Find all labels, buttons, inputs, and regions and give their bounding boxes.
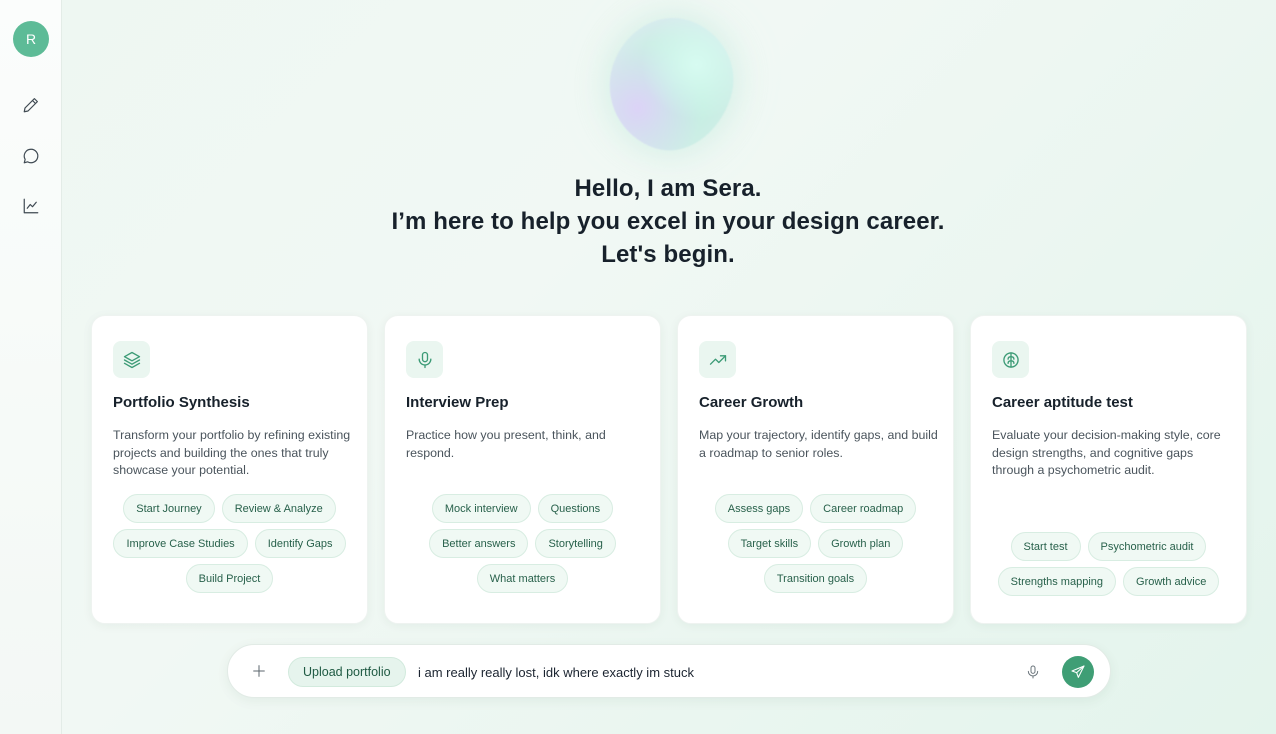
card-interview-prep[interactable]: Interview Prep Practice how you present,…	[384, 315, 661, 624]
card-description: Map your trajectory, identify gaps, and …	[699, 428, 938, 460]
brain-icon	[992, 341, 1029, 378]
chip-start-test[interactable]: Start test	[1010, 532, 1081, 561]
greeting-line-3: Let's begin.	[601, 241, 735, 268]
chip-transition-goals[interactable]: Transition goals	[763, 564, 868, 593]
chip-storytelling[interactable]: Storytelling	[535, 529, 616, 558]
layers-icon	[113, 341, 150, 378]
card-career-growth[interactable]: Career Growth Map your trajectory, ident…	[677, 315, 954, 624]
chip-career-roadmap[interactable]: Career roadmap	[810, 494, 917, 523]
line-chart-icon[interactable]	[21, 196, 41, 216]
avatar[interactable]: R	[13, 21, 49, 57]
card-title: Career aptitude test	[992, 394, 1133, 411]
card-title: Interview Prep	[406, 394, 509, 411]
chat-bubble-icon[interactable]	[21, 146, 41, 166]
plus-icon[interactable]	[250, 662, 268, 680]
chip-identify-gaps[interactable]: Identify Gaps	[254, 529, 346, 558]
chip-group: Assess gaps Career roadmap Target skills…	[692, 494, 939, 593]
chip-psychometric-audit[interactable]: Psychometric audit	[1087, 532, 1207, 561]
send-button[interactable]	[1062, 656, 1094, 688]
sera-orb	[592, 2, 750, 166]
card-description: Practice how you present, think, and res…	[406, 428, 606, 460]
chip-target-skills[interactable]: Target skills	[727, 529, 812, 558]
chip-growth-advice[interactable]: Growth advice	[1123, 567, 1220, 596]
chip-start-journey[interactable]: Start Journey	[123, 494, 215, 523]
upload-portfolio-button[interactable]: Upload portfolio	[288, 657, 406, 687]
card-title: Career Growth	[699, 394, 804, 411]
card-career-aptitude-test[interactable]: Career aptitude test Evaluate your decis…	[970, 315, 1247, 624]
card-portfolio-synthesis[interactable]: Portfolio Synthesis Transform your portf…	[91, 315, 368, 624]
chip-what-matters[interactable]: What matters	[476, 564, 569, 593]
microphone-icon[interactable]	[1024, 663, 1042, 681]
greeting-line-2: I’m here to help you excel in your desig…	[391, 208, 945, 235]
pencil-icon[interactable]	[21, 95, 41, 115]
chip-questions[interactable]: Questions	[537, 494, 614, 523]
chip-strengths-mapping[interactable]: Strengths mapping	[997, 567, 1117, 596]
message-input[interactable]	[418, 661, 998, 683]
greeting-line-1: Hello, I am Sera.	[574, 175, 762, 202]
chip-group: Start Journey Review & Analyze Improve C…	[106, 494, 353, 593]
chip-improve-case-studies[interactable]: Improve Case Studies	[113, 529, 248, 558]
trending-up-icon	[699, 341, 736, 378]
send-icon	[1071, 665, 1085, 678]
card-description: Evaluate your decision-making style, cor…	[992, 428, 1221, 478]
chip-group: Start test Psychometric audit Strengths …	[985, 532, 1232, 596]
greeting-heading: Hello, I am Sera. I’m here to help you e…	[300, 172, 1036, 271]
microphone-icon	[406, 341, 443, 378]
chip-build-project[interactable]: Build Project	[185, 564, 274, 593]
chip-growth-plan[interactable]: Growth plan	[818, 529, 904, 558]
message-composer: Upload portfolio	[227, 644, 1111, 698]
chip-better-answers[interactable]: Better answers	[429, 529, 529, 558]
card-title: Portfolio Synthesis	[113, 394, 250, 411]
chip-review-analyze[interactable]: Review & Analyze	[221, 494, 336, 523]
card-description: Transform your portfolio by refining exi…	[113, 428, 351, 478]
chip-group: Mock interview Questions Better answers …	[399, 494, 646, 593]
chip-assess-gaps[interactable]: Assess gaps	[714, 494, 804, 523]
chip-mock-interview[interactable]: Mock interview	[431, 494, 531, 523]
sidebar: R	[0, 0, 62, 734]
